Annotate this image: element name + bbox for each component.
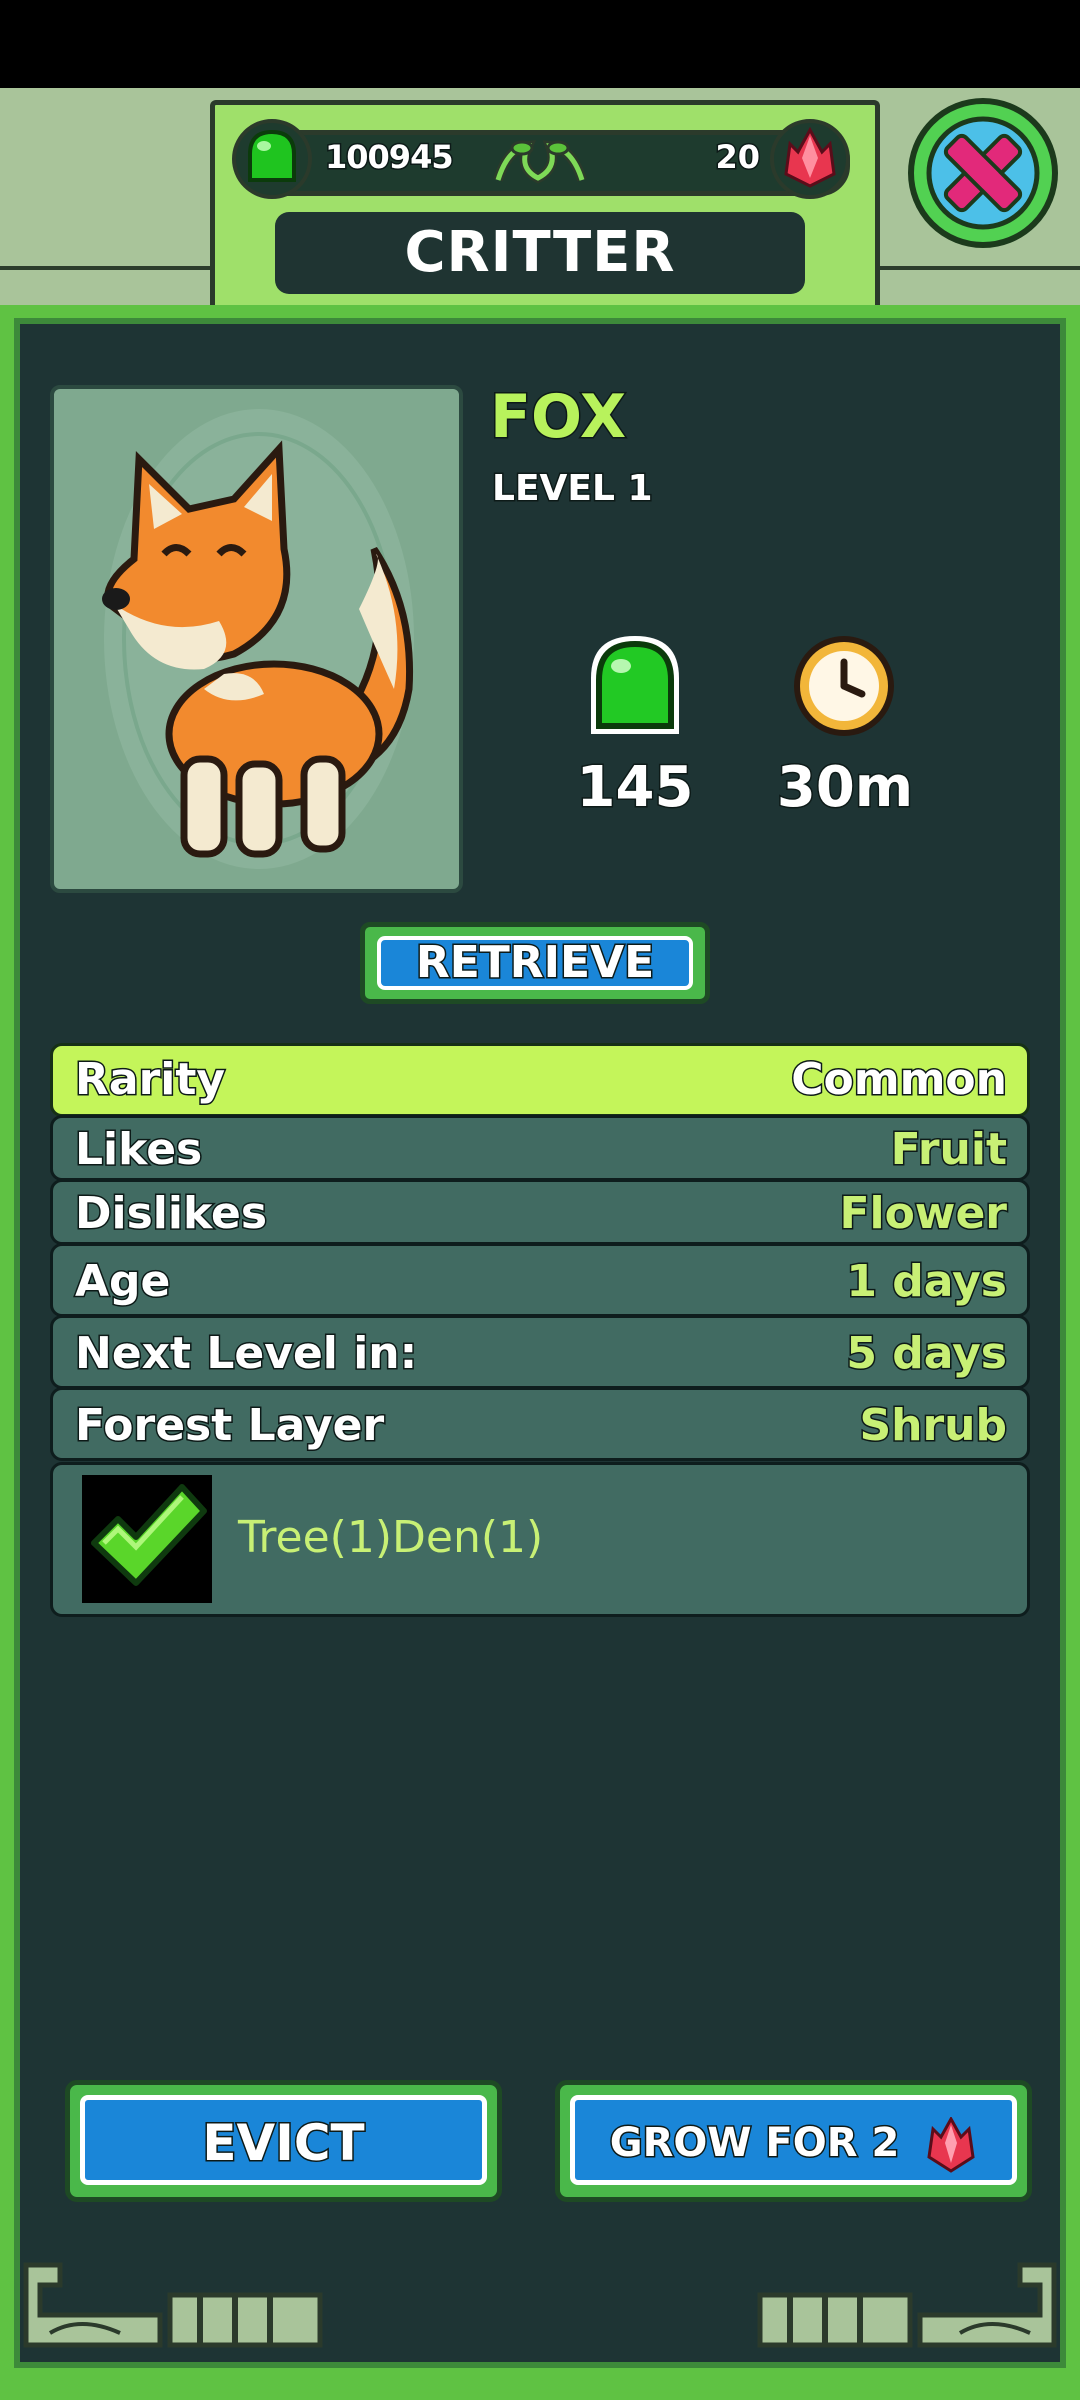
corner-ornament-left [23,2262,323,2348]
retrieve-label: RETRIEVE [377,936,693,990]
page-title: CRITTER [275,212,805,294]
corner-ornament-right [757,2262,1057,2348]
critter-level: LEVEL 1 [491,467,655,511]
stat-value: Common [790,1053,1009,1107]
stat-value: Flower [838,1187,1009,1241]
clock-icon [794,636,894,736]
retrieve-button[interactable]: RETRIEVE [360,922,710,1004]
gel-yield-value: 145 [575,754,695,822]
habitat-requirements: Tree(1)Den(1) [238,1512,544,1563]
gel-icon [232,119,312,199]
stat-label: Dislikes [73,1187,268,1241]
stat-row-next-level: Next Level in: 5 days [50,1315,1030,1389]
stat-label: Age [73,1255,171,1309]
fox-portrait [102,409,414,869]
close-button[interactable] [908,98,1058,248]
stat-value: 5 days [845,1327,1009,1381]
gel-yield-icon [591,636,679,734]
stat-row-dislikes: Dislikes Flower [50,1179,1030,1245]
vine-ornament-icon [493,140,587,184]
gem-icon [770,119,850,199]
checkmark-icon [82,1475,212,1603]
critter-portrait [50,385,463,893]
evict-label: EVICT [80,2095,487,2185]
grow-label: GROW FOR 2 [608,2119,901,2168]
stat-row-age: Age 1 days [50,1243,1030,1317]
gem-icon [927,2115,975,2173]
stat-value: Fruit [889,1123,1008,1177]
stat-row-forest-layer: Forest Layer Shrub [50,1387,1030,1461]
stat-label: Forest Layer [73,1399,385,1453]
time-value: 30m [775,754,914,822]
fence-rail [0,266,230,270]
grow-label-container: GROW FOR 2 [570,2095,1017,2185]
gem-currency-count: 20 [714,137,762,178]
fence-rail [850,266,1080,270]
stat-row-likes: Likes Fruit [50,1115,1030,1181]
evict-button[interactable]: EVICT [65,2080,502,2202]
close-x-icon [926,116,1040,230]
gel-currency-count: 100945 [324,137,456,178]
stat-label: Likes [73,1123,203,1177]
stat-value: Shrub [858,1399,1009,1453]
stat-label: Next Level in: [73,1327,418,1381]
grow-button[interactable]: GROW FOR 2 [555,2080,1032,2202]
stat-row-rarity: Rarity Common [50,1043,1030,1117]
stat-value: 1 days [845,1255,1009,1309]
status-bar [0,0,1080,88]
stat-label: Rarity [73,1053,226,1107]
critter-name: FOX [488,381,627,454]
